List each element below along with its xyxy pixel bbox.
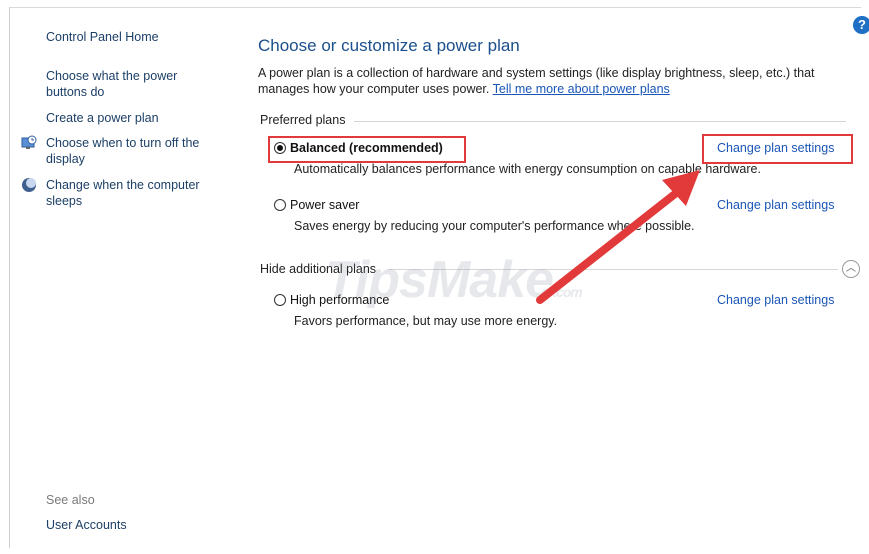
change-plan-settings-high-performance[interactable]: Change plan settings bbox=[717, 293, 834, 307]
display-clock-icon bbox=[21, 135, 37, 149]
sidebar-item-power-buttons[interactable]: Choose what the power buttons do bbox=[46, 68, 221, 100]
plan-high-performance-description: Favors performance, but may use more ene… bbox=[294, 314, 558, 328]
learn-more-link[interactable]: Tell me more about power plans bbox=[493, 82, 670, 96]
divider bbox=[354, 121, 846, 122]
chevron-up-icon[interactable]: ︿ bbox=[842, 260, 860, 278]
plan-high-performance-label: High performance bbox=[290, 293, 390, 307]
preferred-plans-heading: Preferred plans bbox=[260, 113, 346, 127]
change-plan-settings-power-saver[interactable]: Change plan settings bbox=[717, 198, 834, 212]
user-accounts-link[interactable]: User Accounts bbox=[46, 517, 221, 533]
page-title: Choose or customize a power plan bbox=[258, 36, 520, 55]
plan-power-saver-label: Power saver bbox=[290, 198, 360, 212]
control-panel-home-link[interactable]: Control Panel Home bbox=[46, 29, 221, 45]
plan-power-saver-description: Saves energy by reducing your computer's… bbox=[294, 219, 695, 233]
radio-high-performance[interactable] bbox=[274, 294, 286, 306]
sidebar-item-display-off[interactable]: Choose when to turn off the display bbox=[46, 135, 221, 167]
plan-balanced-description: Automatically balances performance with … bbox=[294, 162, 761, 176]
plan-high-performance[interactable]: High performance bbox=[274, 293, 389, 307]
help-icon[interactable]: ? bbox=[853, 16, 869, 34]
sidebar-item-create-plan[interactable]: Create a power plan bbox=[46, 110, 221, 126]
sidebar-item-sleep[interactable]: Change when the computer sleeps bbox=[46, 177, 221, 209]
highlight-box-change-settings bbox=[702, 134, 853, 164]
moon-sleep-icon bbox=[22, 178, 36, 192]
divider bbox=[388, 269, 838, 270]
main-content: Choose or customize a power plan A power… bbox=[258, 0, 860, 554]
sidebar: Control Panel Home Choose what the power… bbox=[0, 0, 230, 554]
page-description: A power plan is a collection of hardware… bbox=[258, 65, 843, 97]
highlight-box-balanced bbox=[268, 136, 466, 163]
plan-power-saver[interactable]: Power saver bbox=[274, 198, 359, 212]
radio-power-saver[interactable] bbox=[274, 199, 286, 211]
hide-additional-plans-toggle[interactable]: Hide additional plans bbox=[260, 262, 376, 276]
see-also-heading: See also bbox=[46, 493, 95, 507]
